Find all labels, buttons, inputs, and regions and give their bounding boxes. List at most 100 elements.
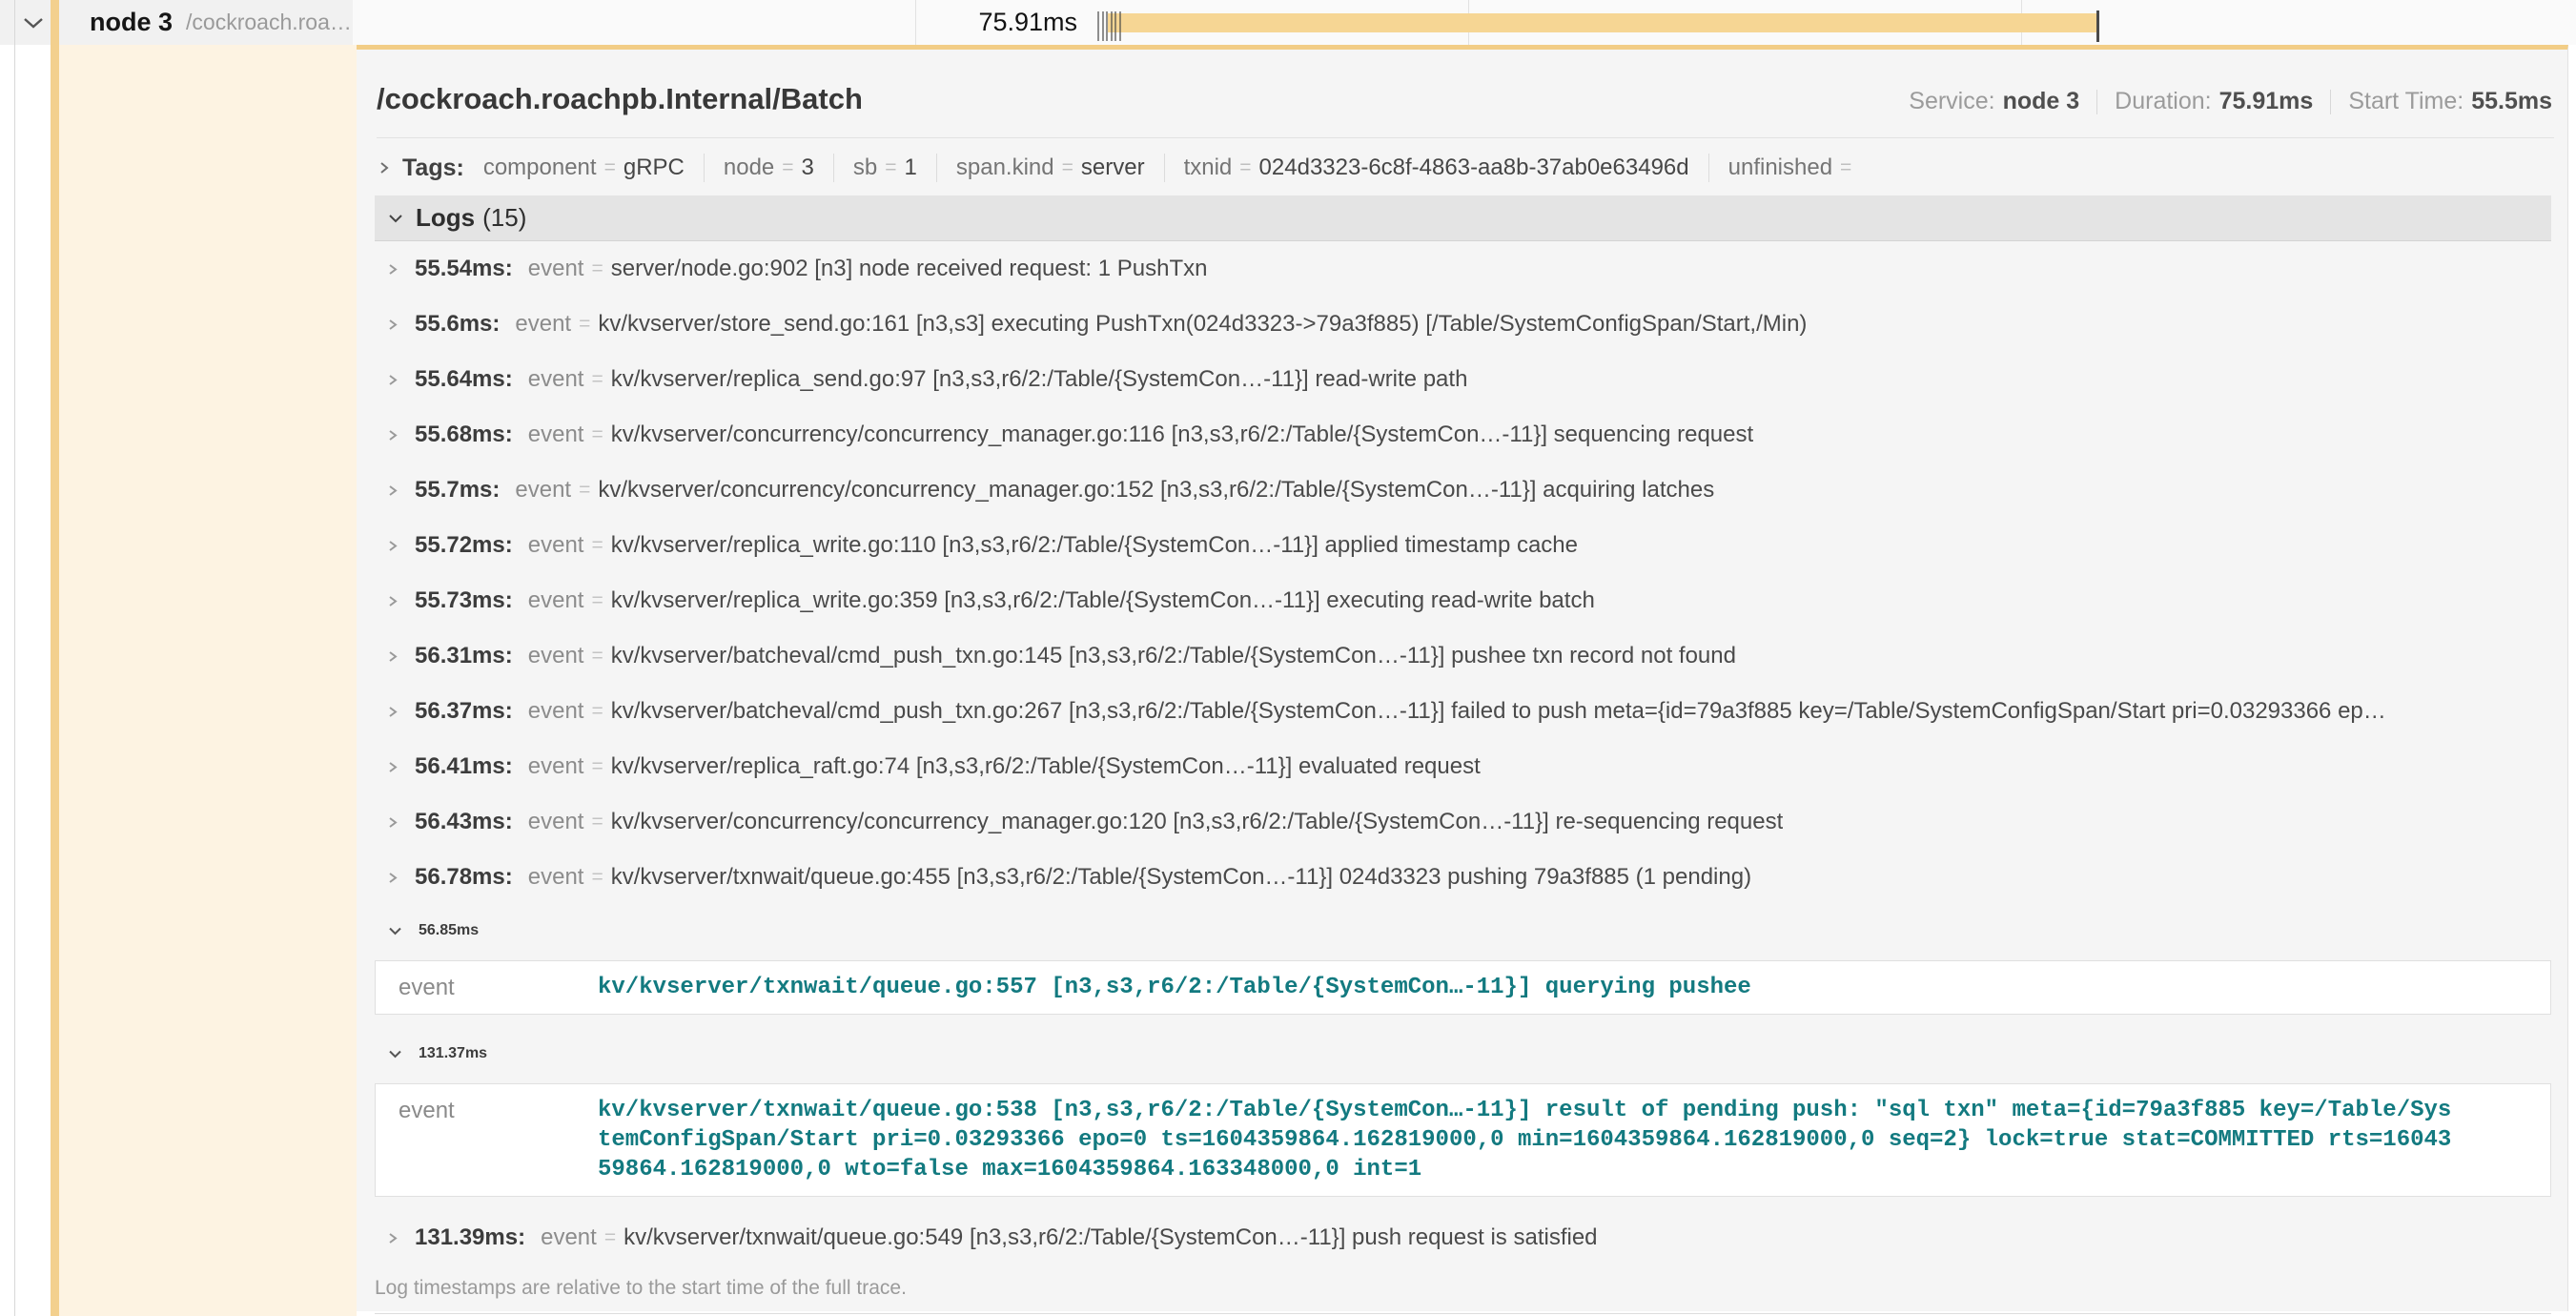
chevron-down-icon[interactable] bbox=[387, 212, 404, 225]
log-message: kv/kvserver/txnwait/queue.go:455 [n3,s3,… bbox=[611, 864, 1751, 891]
chevron-right-icon[interactable] bbox=[387, 593, 399, 609]
log-entry[interactable]: 56.43ms: event= kv/kvserver/concurrency/… bbox=[375, 794, 2551, 850]
log-message: kv/kvserver/batcheval/cmd_push_txn.go:14… bbox=[611, 643, 1736, 669]
log-marker-tick bbox=[1119, 11, 1121, 41]
span-operation-name: /cockroach.roach… bbox=[186, 10, 353, 35]
log-field-key: event bbox=[515, 311, 571, 338]
chevron-right-icon[interactable] bbox=[378, 159, 391, 176]
log-marker-tick-end bbox=[2096, 10, 2099, 42]
log-field-value: kv/kvserver/txnwait/queue.go:538 [n3,s3,… bbox=[598, 1096, 2457, 1184]
log-entry[interactable]: 56.31ms: event= kv/kvserver/batcheval/cm… bbox=[375, 628, 2551, 684]
divider bbox=[2096, 90, 2097, 114]
log-field-key: event bbox=[541, 1224, 597, 1251]
timeline-header-row: 75.91ms node 3 /cockroach.roach… bbox=[0, 0, 2576, 45]
chevron-right-icon[interactable] bbox=[387, 814, 399, 831]
log-marker-tick bbox=[1102, 11, 1104, 41]
log-message: kv/kvserver/replica_send.go:97 [n3,s3,r6… bbox=[611, 366, 1468, 393]
divider bbox=[375, 1313, 2551, 1314]
log-message: kv/kvserver/batcheval/cmd_push_txn.go:26… bbox=[611, 698, 2386, 725]
log-marker-tick bbox=[1114, 11, 1116, 41]
log-timestamp: 56.43ms: bbox=[415, 809, 513, 835]
log-timestamp: 56.85ms bbox=[419, 922, 479, 939]
start-time-label: Start Time: bbox=[2348, 88, 2464, 115]
log-entry[interactable]: 56.37ms: event= kv/kvserver/batcheval/cm… bbox=[375, 684, 2551, 739]
chevron-down-icon[interactable] bbox=[23, 16, 44, 30]
tag-item: span.kind=server bbox=[937, 154, 1145, 181]
chevron-down-icon[interactable] bbox=[387, 925, 403, 937]
span-service-name: node 3 bbox=[90, 8, 173, 37]
log-timestamp: 56.37ms: bbox=[415, 698, 513, 725]
log-entry-expanded: 56.85ms event kv/kvserver/txnwait/queue.… bbox=[375, 905, 2551, 1015]
span-duration-bar[interactable] bbox=[1108, 13, 2099, 32]
log-message: kv/kvserver/concurrency/concurrency_mana… bbox=[598, 477, 1714, 504]
logs-count: (15) bbox=[482, 203, 526, 233]
chevron-right-icon[interactable] bbox=[387, 648, 399, 665]
log-message: kv/kvserver/txnwait/queue.go:549 [n3,s3,… bbox=[624, 1224, 1597, 1251]
log-entry[interactable]: 55.72ms: event= kv/kvserver/replica_writ… bbox=[375, 518, 2551, 573]
span-meta: Service:node 3 Duration:75.91ms Start Ti… bbox=[1909, 88, 2552, 115]
log-message: kv/kvserver/replica_write.go:110 [n3,s3,… bbox=[611, 532, 1578, 559]
log-field-key: event bbox=[528, 809, 584, 835]
log-entry[interactable]: 56.41ms: event= kv/kvserver/replica_raft… bbox=[375, 739, 2551, 794]
chevron-right-icon[interactable] bbox=[387, 759, 399, 775]
log-entry[interactable]: 55.68ms: event= kv/kvserver/concurrency/… bbox=[375, 407, 2551, 463]
log-timestamp: 131.37ms bbox=[419, 1045, 487, 1062]
chevron-right-icon[interactable] bbox=[387, 538, 399, 554]
chevron-right-icon[interactable] bbox=[387, 1230, 399, 1246]
duration-label: Duration: bbox=[2115, 88, 2211, 115]
span-detail-header: /cockroach.roachpb.Internal/Batch Servic… bbox=[357, 50, 2567, 137]
log-message: server/node.go:902 [n3] node received re… bbox=[611, 256, 1208, 282]
log-detail-box: event kv/kvserver/txnwait/queue.go:557 [… bbox=[375, 960, 2551, 1015]
tag-item: sb=1 bbox=[834, 154, 917, 181]
tags-section-toggle[interactable]: Tags: component=gRPC node=3 sb=1 span.ki… bbox=[357, 138, 2567, 192]
log-entry[interactable]: 55.7ms: event= kv/kvserver/concurrency/c… bbox=[375, 463, 2551, 518]
log-timestamp: 56.41ms: bbox=[415, 753, 513, 780]
log-message: kv/kvserver/concurrency/concurrency_mana… bbox=[611, 422, 1753, 448]
log-entry-toggle[interactable]: 56.85ms bbox=[375, 905, 2551, 956]
log-timestamp: 131.39ms: bbox=[415, 1224, 525, 1251]
log-marker-tick bbox=[1111, 11, 1113, 41]
logs-section-toggle[interactable]: Logs (15) bbox=[375, 195, 2551, 241]
log-message: kv/kvserver/replica_raft.go:74 [n3,s3,r6… bbox=[611, 753, 1481, 780]
log-timestamp: 56.31ms: bbox=[415, 643, 513, 669]
log-entry[interactable]: 55.6ms: event= kv/kvserver/store_send.go… bbox=[375, 297, 2551, 352]
log-field-key: event bbox=[528, 366, 584, 393]
log-entry[interactable]: 55.73ms: event= kv/kvserver/replica_writ… bbox=[375, 573, 2551, 628]
tag-item: component=gRPC bbox=[464, 154, 685, 181]
logs-footer-note: Log timestamps are relative to the start… bbox=[357, 1265, 2567, 1313]
log-entry[interactable]: 56.78ms: event= kv/kvserver/txnwait/queu… bbox=[375, 850, 2551, 905]
span-detail-panel: /cockroach.roachpb.Internal/Batch Servic… bbox=[357, 45, 2568, 1311]
start-time-value: 55.5ms bbox=[2471, 88, 2552, 115]
divider bbox=[2330, 90, 2331, 114]
log-message: kv/kvserver/replica_write.go:359 [n3,s3,… bbox=[611, 587, 1595, 614]
chevron-right-icon[interactable] bbox=[387, 870, 399, 886]
log-field-key: event bbox=[528, 698, 584, 725]
log-timestamp: 55.6ms: bbox=[415, 311, 500, 338]
log-entry-toggle[interactable]: 131.37ms bbox=[375, 1028, 2551, 1080]
log-marker-tick bbox=[1097, 11, 1099, 41]
chevron-right-icon[interactable] bbox=[387, 704, 399, 720]
log-timestamp: 55.54ms: bbox=[415, 256, 513, 282]
log-entry[interactable]: 55.54ms: event= server/node.go:902 [n3] … bbox=[375, 241, 2551, 297]
chevron-down-icon[interactable] bbox=[387, 1048, 403, 1060]
tags-label: Tags: bbox=[402, 154, 464, 182]
log-field-key: event bbox=[528, 587, 584, 614]
tag-item: unfinished= bbox=[1709, 154, 1860, 181]
log-field-key: event bbox=[528, 753, 584, 780]
log-entry[interactable]: 131.39ms: event= kv/kvserver/txnwait/que… bbox=[375, 1210, 2551, 1265]
chevron-right-icon[interactable] bbox=[387, 317, 399, 333]
log-entry[interactable]: 55.64ms: event= kv/kvserver/replica_send… bbox=[375, 352, 2551, 407]
chevron-right-icon[interactable] bbox=[387, 372, 399, 388]
chevron-right-icon[interactable] bbox=[387, 427, 399, 443]
log-message: kv/kvserver/concurrency/concurrency_mana… bbox=[611, 809, 1784, 835]
log-timestamp: 55.72ms: bbox=[415, 532, 513, 559]
chevron-right-icon[interactable] bbox=[387, 261, 399, 278]
log-timestamp: 55.7ms: bbox=[415, 477, 500, 504]
log-field-key: event bbox=[528, 422, 584, 448]
log-field-key: event bbox=[528, 532, 584, 559]
selected-span-row-highlight[interactable] bbox=[59, 45, 357, 1316]
tag-item: txnid=024d3323-6c8f-4863-aa8b-37ab0e6349… bbox=[1165, 154, 1689, 181]
chevron-right-icon[interactable] bbox=[387, 483, 399, 499]
log-detail-box: event kv/kvserver/txnwait/queue.go:538 [… bbox=[375, 1083, 2551, 1197]
page-title: /cockroach.roachpb.Internal/Batch bbox=[377, 80, 863, 118]
